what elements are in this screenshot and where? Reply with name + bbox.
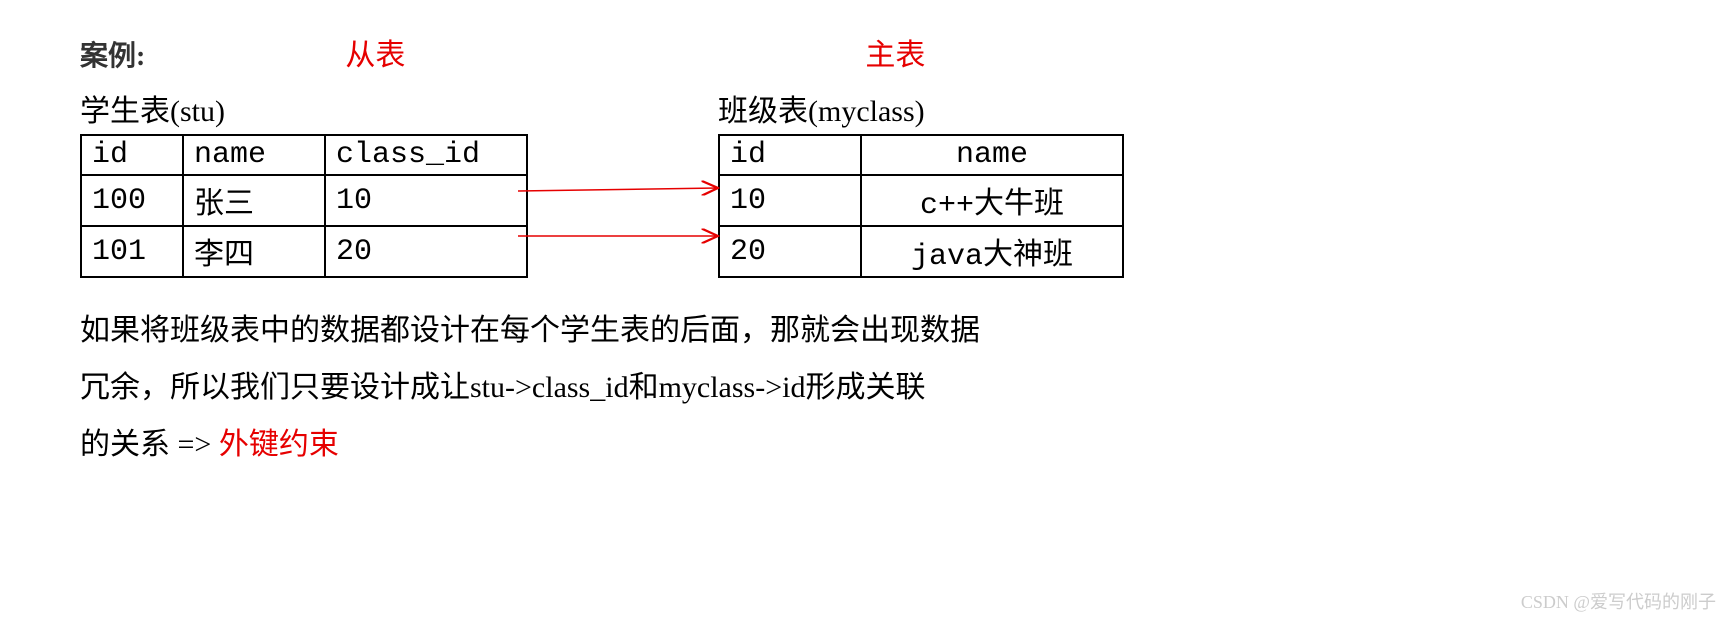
table-row: 100 张三 10 bbox=[81, 175, 527, 226]
arrow-line bbox=[518, 188, 718, 191]
table-cell: 101 bbox=[81, 226, 183, 277]
table-header: name bbox=[183, 135, 325, 175]
class-table-title: 班级表(myclass) bbox=[718, 86, 1124, 130]
case-label: 案例: bbox=[80, 34, 145, 74]
watermark: CSDN @爱写代码的刚子 bbox=[1521, 588, 1716, 614]
para-text: 如果将班级表中的数据都设计在每个学生表的后面，那就会出现数据 bbox=[80, 314, 980, 347]
table-cell: c++大牛班 bbox=[861, 175, 1123, 226]
table-cell: 20 bbox=[325, 226, 527, 277]
table-header: name bbox=[861, 135, 1123, 175]
table-row: 10 c++大牛班 bbox=[719, 175, 1123, 226]
sub-table-label: 从表 bbox=[345, 30, 405, 74]
table-cell: 100 bbox=[81, 175, 183, 226]
foreign-key-label: 外键约束 bbox=[219, 428, 339, 461]
table-cell: 20 bbox=[719, 226, 861, 277]
class-table-block: 班级表(myclass) id name 10 c++大牛班 20 java大神… bbox=[718, 86, 1124, 278]
para-text: 冗余，所以我们只要设计成让stu->class_id和myclass->id形成… bbox=[80, 371, 925, 404]
main-table-label: 主表 bbox=[865, 30, 925, 74]
table-cell: 10 bbox=[325, 175, 527, 226]
table-cell: 10 bbox=[719, 175, 861, 226]
table-row: id name bbox=[719, 135, 1123, 175]
table-cell: 李四 bbox=[183, 226, 325, 277]
table-cell: 张三 bbox=[183, 175, 325, 226]
table-cell: java大神班 bbox=[861, 226, 1123, 277]
arrow-connections bbox=[518, 86, 738, 306]
para-text: 的关系 => bbox=[80, 428, 211, 461]
student-table-title: 学生表(stu) bbox=[80, 86, 528, 130]
table-header: class_id bbox=[325, 135, 527, 175]
student-table: id name class_id 100 张三 10 101 李四 20 bbox=[80, 134, 528, 278]
table-row: 20 java大神班 bbox=[719, 226, 1123, 277]
table-header: id bbox=[719, 135, 861, 175]
student-table-block: 学生表(stu) id name class_id 100 张三 10 101 … bbox=[80, 86, 528, 278]
table-row: id name class_id bbox=[81, 135, 527, 175]
table-header: id bbox=[81, 135, 183, 175]
class-table: id name 10 c++大牛班 20 java大神班 bbox=[718, 134, 1124, 278]
table-row: 101 李四 20 bbox=[81, 226, 527, 277]
description-paragraph: 如果将班级表中的数据都设计在每个学生表的后面，那就会出现数据 冗余，所以我们只要… bbox=[80, 302, 1280, 473]
